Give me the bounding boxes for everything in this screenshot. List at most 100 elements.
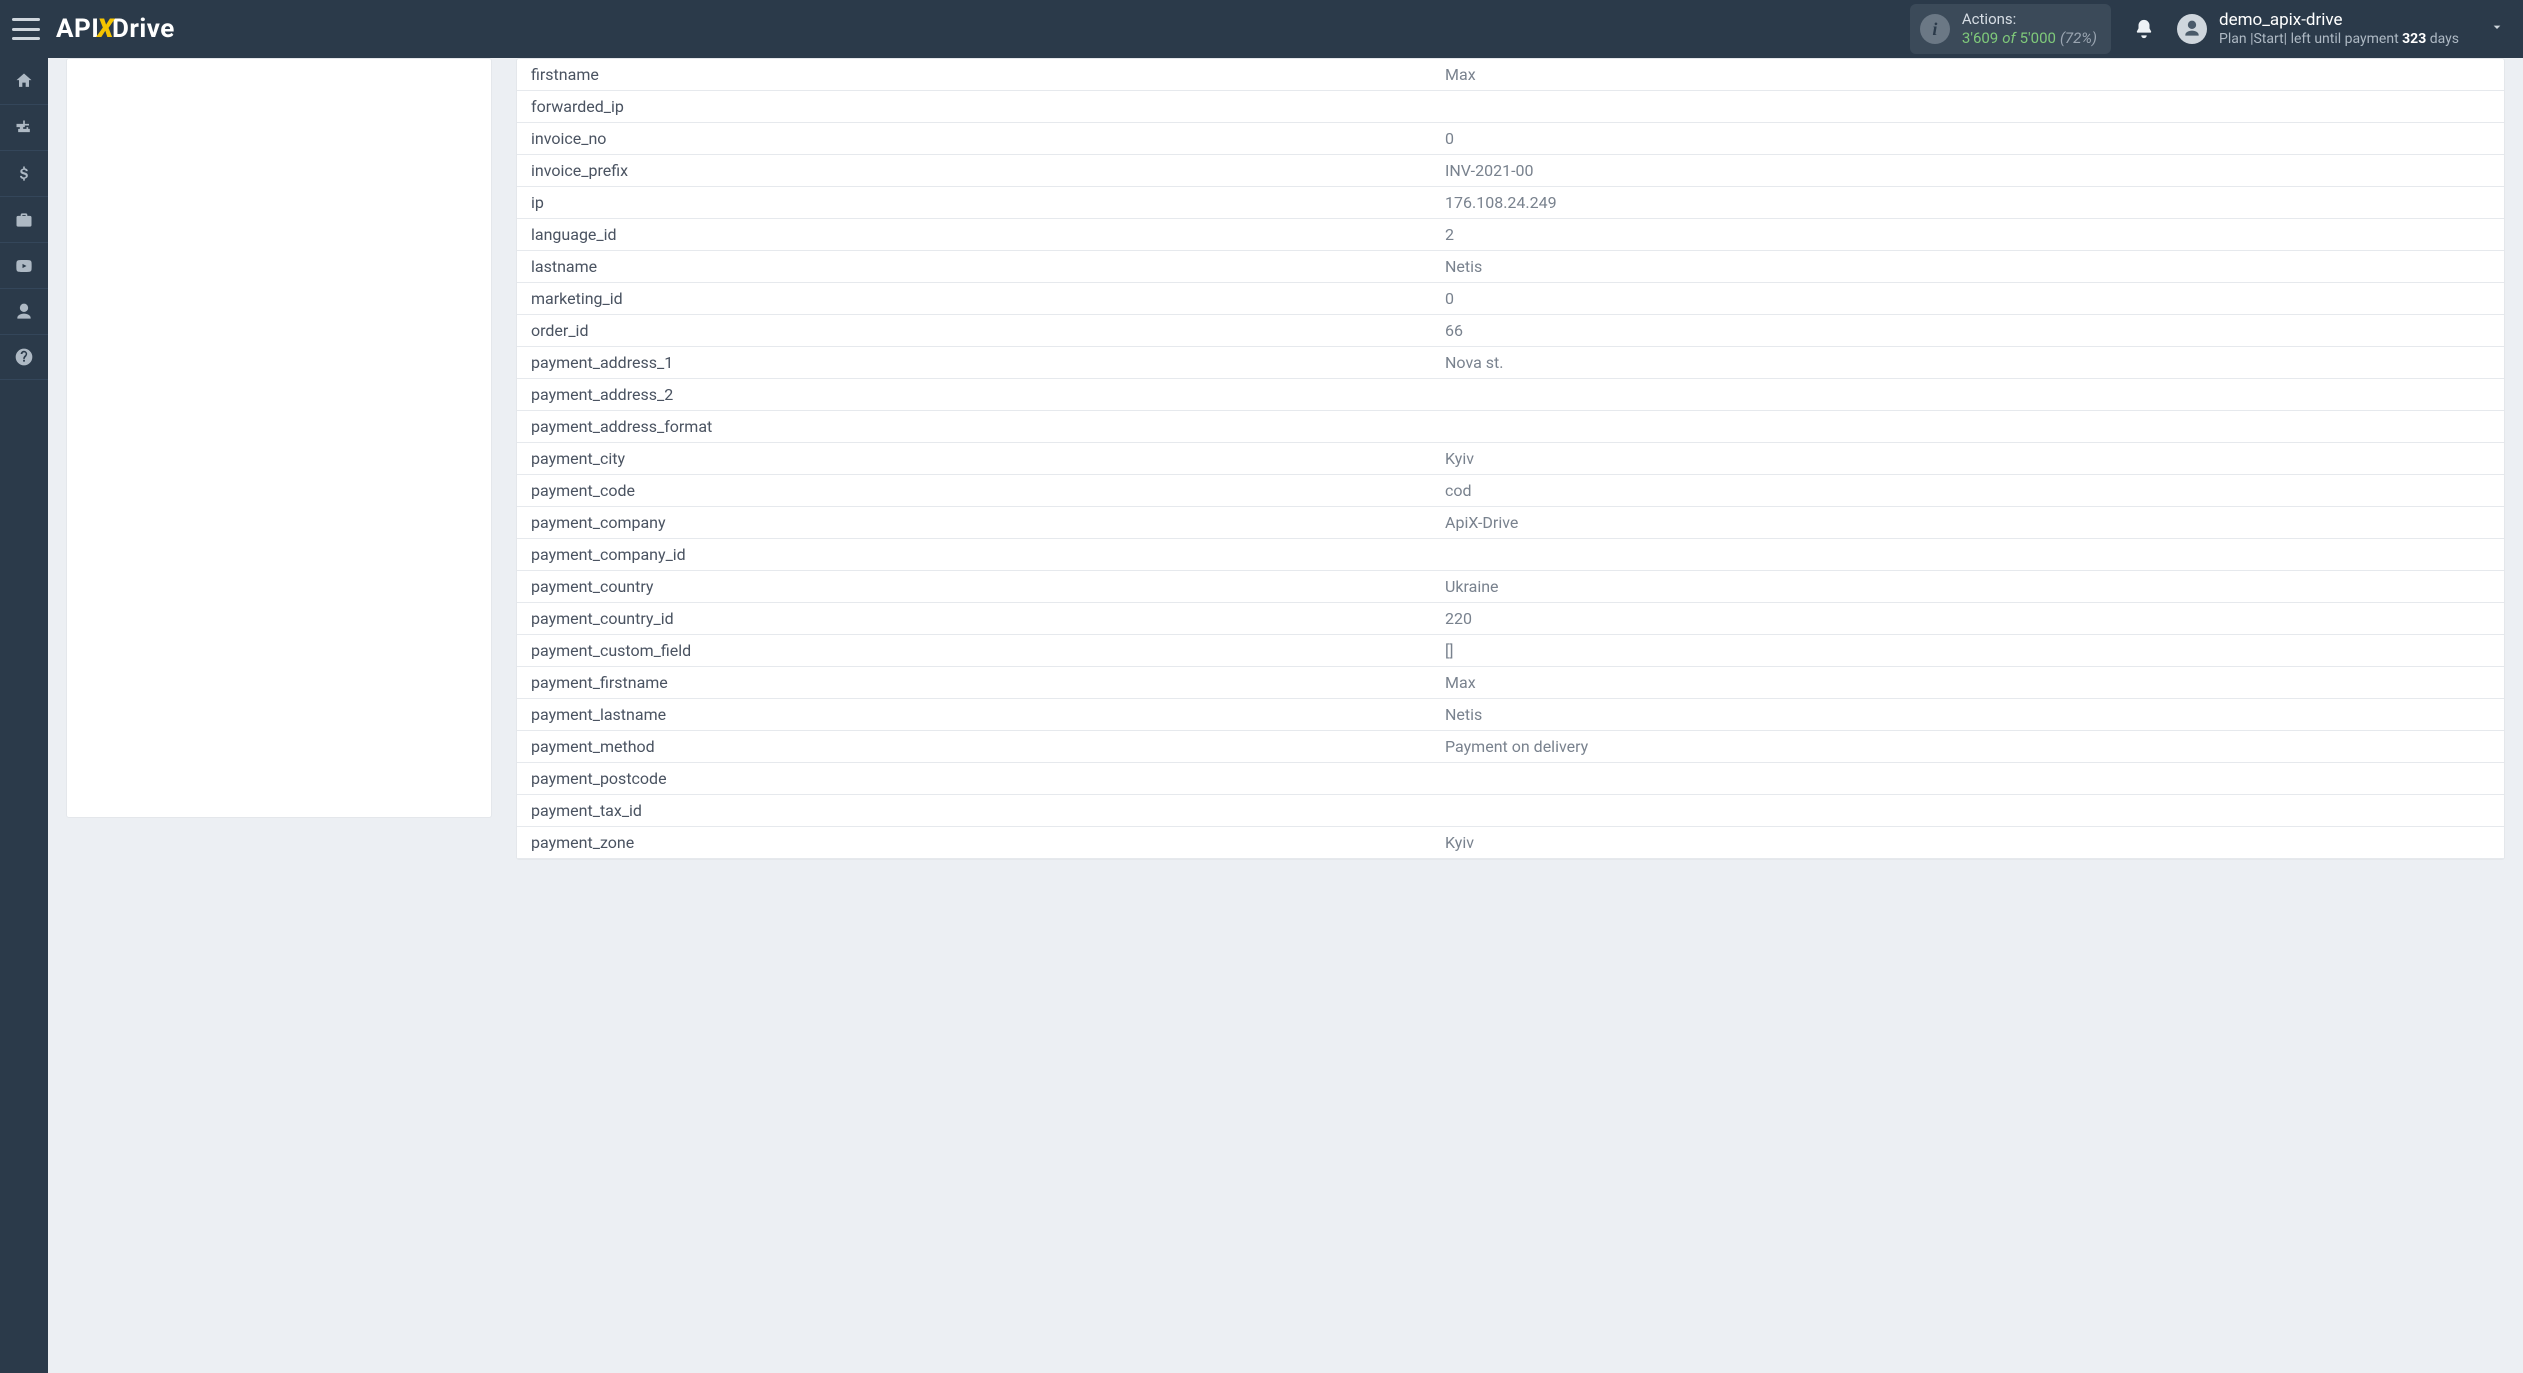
table-row: payment_address_2 xyxy=(517,379,2504,411)
row-key: payment_lastname xyxy=(517,699,1431,731)
table-row: invoice_no0 xyxy=(517,123,2504,155)
top-bar: API X Drive i Actions: 3'609 of 5'000 (7… xyxy=(0,0,2523,58)
caret-down-icon xyxy=(2489,19,2505,39)
columns: firstnameMaxforwarded_ipinvoice_no0invoi… xyxy=(66,58,2505,860)
row-value xyxy=(1431,539,2504,571)
row-value: cod xyxy=(1431,475,2504,507)
table-row: payment_tax_id xyxy=(517,795,2504,827)
menu-toggle[interactable] xyxy=(12,18,40,40)
row-key: payment_tax_id xyxy=(517,795,1431,827)
actions-total: 5'000 xyxy=(2020,29,2056,48)
bell-icon xyxy=(2133,18,2155,40)
row-key: order_id xyxy=(517,315,1431,347)
row-value: 2 xyxy=(1431,219,2504,251)
avatar xyxy=(2177,14,2207,44)
row-value: Max xyxy=(1431,59,2504,91)
table-row: payment_cityKyiv xyxy=(517,443,2504,475)
actions-of-word: of xyxy=(2002,29,2015,48)
briefcase-icon xyxy=(14,210,34,230)
row-key: payment_address_2 xyxy=(517,379,1431,411)
row-value: [] xyxy=(1431,635,2504,667)
row-key: forwarded_ip xyxy=(517,91,1431,123)
row-key: payment_custom_field xyxy=(517,635,1431,667)
sidebar-item-home[interactable] xyxy=(0,58,48,104)
row-value: Kyiv xyxy=(1431,827,2504,859)
row-value: Payment on delivery xyxy=(1431,731,2504,763)
row-key: ip xyxy=(517,187,1431,219)
data-panel: firstnameMaxforwarded_ipinvoice_no0invoi… xyxy=(516,58,2505,860)
user-meta: demo_apix-drive Plan |Start| left until … xyxy=(2219,10,2459,47)
row-value: 176.108.24.249 xyxy=(1431,187,2504,219)
row-value: INV-2021-00 xyxy=(1431,155,2504,187)
table-row: payment_country_id220 xyxy=(517,603,2504,635)
row-value xyxy=(1431,763,2504,795)
row-value xyxy=(1431,91,2504,123)
row-key: payment_country_id xyxy=(517,603,1431,635)
row-key: payment_firstname xyxy=(517,667,1431,699)
actions-text: Actions: 3'609 of 5'000 (72%) xyxy=(1962,10,2097,48)
notifications-button[interactable] xyxy=(2133,18,2155,40)
actions-used: 3'609 xyxy=(1962,29,1998,48)
info-icon: i xyxy=(1920,14,1950,44)
row-key: payment_city xyxy=(517,443,1431,475)
table-row: payment_firstnameMax xyxy=(517,667,2504,699)
row-value: ApiX-Drive xyxy=(1431,507,2504,539)
table-row: payment_codecod xyxy=(517,475,2504,507)
row-value xyxy=(1431,379,2504,411)
actions-counter[interactable]: i Actions: 3'609 of 5'000 (72%) xyxy=(1910,4,2111,54)
table-row: payment_methodPayment on delivery xyxy=(517,731,2504,763)
table-row: firstnameMax xyxy=(517,59,2504,91)
row-key: firstname xyxy=(517,59,1431,91)
row-value: Kyiv xyxy=(1431,443,2504,475)
row-value xyxy=(1431,411,2504,443)
youtube-icon xyxy=(14,256,34,276)
row-key: payment_zone xyxy=(517,827,1431,859)
row-key: invoice_prefix xyxy=(517,155,1431,187)
brand-part-api: API xyxy=(56,14,99,44)
actions-label: Actions: xyxy=(1962,10,2097,29)
sidebar-item-help[interactable] xyxy=(0,334,48,380)
help-icon xyxy=(14,347,34,367)
row-key: language_id xyxy=(517,219,1431,251)
table-row: payment_address_format xyxy=(517,411,2504,443)
row-value xyxy=(1431,795,2504,827)
row-key: invoice_no xyxy=(517,123,1431,155)
row-value: 66 xyxy=(1431,315,2504,347)
row-value: Nova st. xyxy=(1431,347,2504,379)
sidebar xyxy=(0,58,48,1373)
table-row: payment_postcode xyxy=(517,763,2504,795)
topbar-right: i Actions: 3'609 of 5'000 (72%) demo_api… xyxy=(1910,4,2511,54)
table-row: payment_company_id xyxy=(517,539,2504,571)
sidebar-item-video[interactable] xyxy=(0,242,48,288)
table-row: payment_zoneKyiv xyxy=(517,827,2504,859)
table-row: forwarded_ip xyxy=(517,91,2504,123)
dollar-icon xyxy=(14,164,34,184)
user-menu[interactable]: demo_apix-drive Plan |Start| left until … xyxy=(2177,10,2511,47)
row-key: payment_postcode xyxy=(517,763,1431,795)
sidebar-item-account[interactable] xyxy=(0,288,48,334)
row-key: payment_company_id xyxy=(517,539,1431,571)
sidebar-item-billing[interactable] xyxy=(0,150,48,196)
row-key: payment_country xyxy=(517,571,1431,603)
user-icon xyxy=(2182,19,2202,39)
row-key: payment_address_1 xyxy=(517,347,1431,379)
row-value: Max xyxy=(1431,667,2504,699)
sidebar-item-connections[interactable] xyxy=(0,104,48,150)
user-icon xyxy=(14,302,34,322)
row-key: payment_address_format xyxy=(517,411,1431,443)
data-table: firstnameMaxforwarded_ipinvoice_no0invoi… xyxy=(517,59,2504,859)
row-value: Netis xyxy=(1431,699,2504,731)
row-value: 0 xyxy=(1431,283,2504,315)
row-value: Netis xyxy=(1431,251,2504,283)
brand-logo[interactable]: API X Drive xyxy=(56,14,175,44)
table-row: ip176.108.24.249 xyxy=(517,187,2504,219)
brand-part-x: X xyxy=(97,14,114,44)
sidebar-item-tools[interactable] xyxy=(0,196,48,242)
row-key: payment_company xyxy=(517,507,1431,539)
table-row: payment_custom_field[] xyxy=(517,635,2504,667)
sitemap-icon xyxy=(14,118,34,138)
page: firstnameMaxforwarded_ipinvoice_no0invoi… xyxy=(48,58,2523,1373)
table-row: language_id2 xyxy=(517,219,2504,251)
row-key: lastname xyxy=(517,251,1431,283)
table-row: payment_companyApiX-Drive xyxy=(517,507,2504,539)
